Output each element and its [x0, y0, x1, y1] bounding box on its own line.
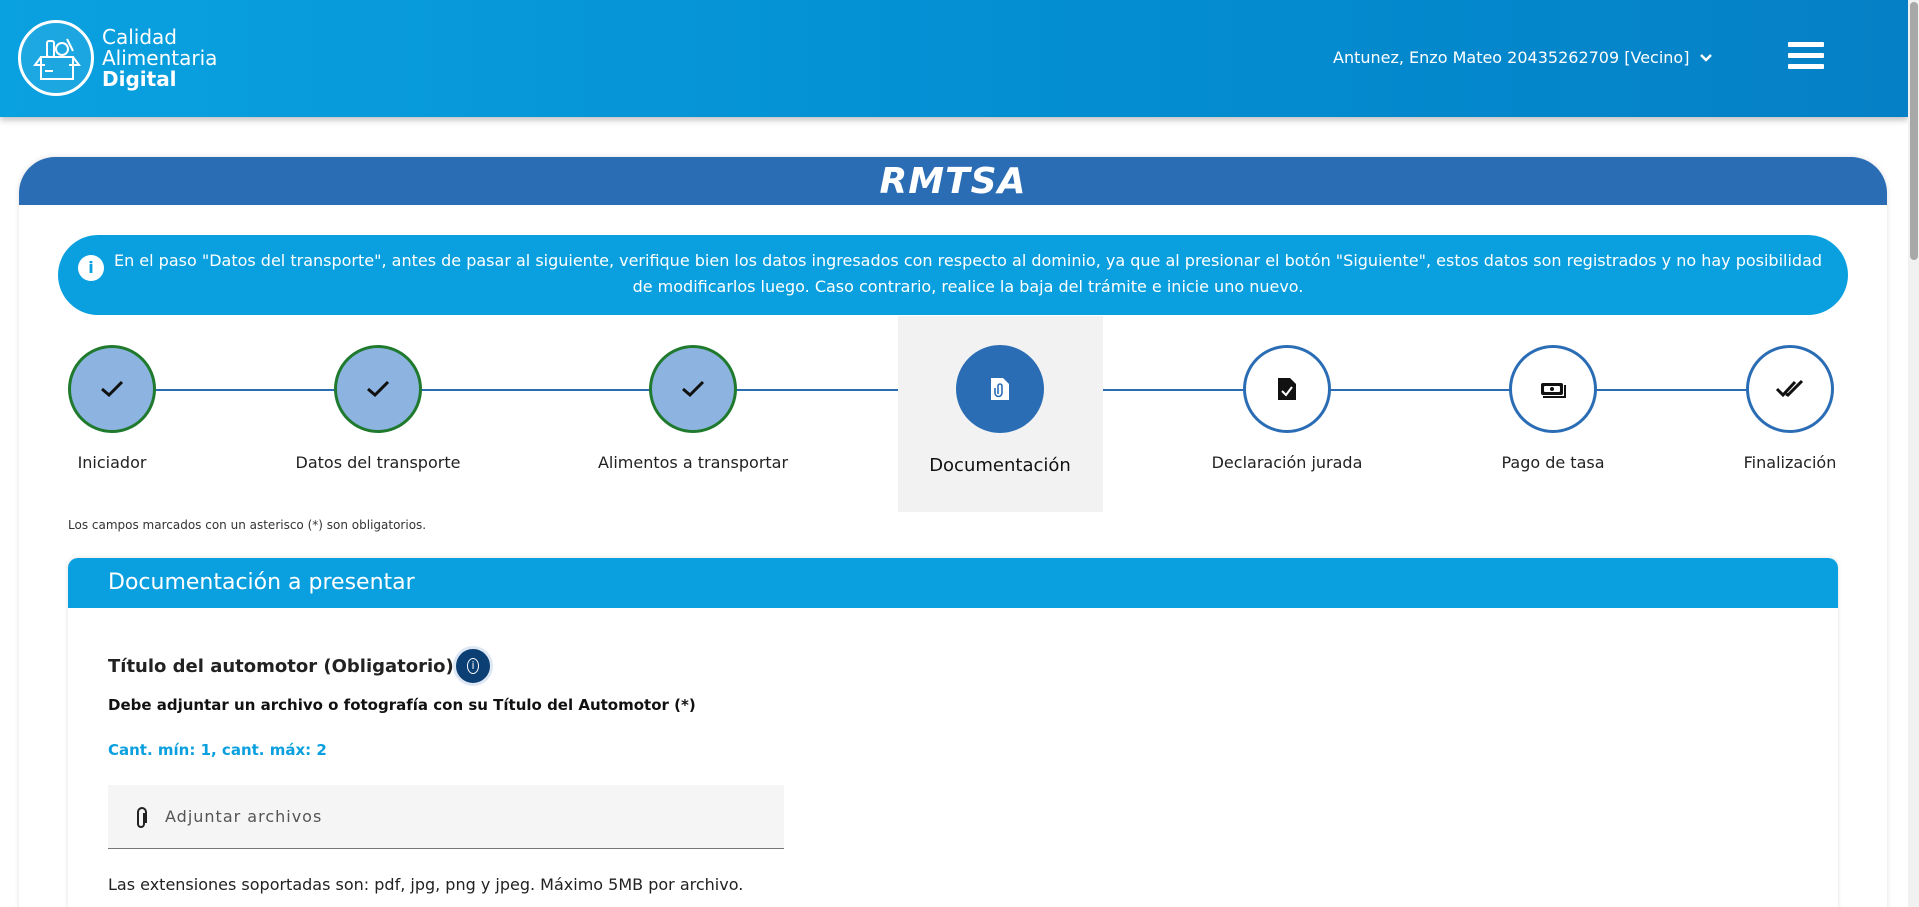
step-iniciador[interactable]: Iniciador — [12, 345, 212, 472]
info-icon: i — [78, 255, 104, 281]
step-circle — [1746, 345, 1834, 433]
check-icon — [682, 380, 705, 398]
logo-text: Calidad Alimentaria Digital — [102, 24, 218, 91]
step-circle — [1509, 345, 1597, 433]
step-label: Finalización — [1743, 453, 1837, 472]
step-label: Pago de tasa — [1501, 453, 1605, 472]
step-circle — [68, 345, 156, 433]
app-logo[interactable]: Calidad Alimentaria Digital — [18, 20, 217, 96]
supported-extensions-text: Las extensiones soportadas son: pdf, jpg… — [108, 875, 744, 894]
card-title: RMTSA — [19, 157, 1887, 205]
step-label: Alimentos a transportar — [597, 453, 789, 472]
step-circle — [649, 345, 737, 433]
section-title: Documentación a presentar — [68, 558, 1838, 608]
required-fields-note: Los campos marcados con un asterisco (*)… — [68, 518, 427, 532]
document-quantity: Cant. mín: 1, cant. máx: 2 — [108, 741, 327, 759]
money-icon — [1541, 383, 1566, 398]
step-label: Declaración jurada — [1211, 453, 1363, 472]
logo-line-2: Alimentaria — [102, 45, 218, 70]
chevron-down-icon — [1700, 53, 1713, 62]
info-banner-text: En el paso "Datos del transporte", antes… — [113, 251, 1823, 296]
step-pago-tasa[interactable]: Pago de tasa — [1453, 345, 1653, 472]
attach-files-label: Adjuntar archivos — [165, 807, 323, 826]
scrollbar-thumb[interactable] — [1910, 2, 1918, 260]
step-label: Documentación — [929, 455, 1071, 476]
document-check-icon — [1278, 378, 1296, 400]
logo-emblem-icon — [18, 20, 94, 96]
step-label: Iniciador — [77, 453, 147, 472]
info-banner: i En el paso "Datos del transporte", ant… — [58, 235, 1848, 315]
document-attach-icon — [991, 378, 1009, 400]
step-alimentos[interactable]: Alimentos a transportar — [593, 345, 793, 472]
step-circle — [334, 345, 422, 433]
document-description: Debe adjuntar un archivo o fotografía co… — [108, 696, 696, 714]
step-documentacion[interactable]: Documentación — [900, 345, 1100, 476]
info-tooltip-button[interactable]: i — [453, 646, 493, 686]
logo-line-3: Digital — [102, 66, 177, 91]
check-icon — [367, 380, 390, 398]
step-label: Datos del transporte — [295, 453, 461, 472]
attach-files-button[interactable]: Adjuntar archivos — [108, 785, 784, 849]
step-declaracion[interactable]: Declaración jurada — [1187, 345, 1387, 472]
user-menu[interactable]: Antunez, Enzo Mateo 20435262709 [Vecino] — [1333, 48, 1713, 67]
double-check-icon — [1775, 379, 1804, 398]
step-circle — [1243, 345, 1331, 433]
logo-line-1: Calidad — [102, 24, 177, 49]
documents-section: Documentación a presentar Título del aut… — [68, 558, 1838, 907]
step-finalizacion[interactable]: Finalización — [1690, 345, 1890, 472]
page: Calidad Alimentaria Digital Antunez, Enz… — [0, 0, 1919, 907]
document-title: Título del automotor (Obligatorio) — [108, 656, 454, 677]
step-circle — [956, 345, 1044, 433]
step-datos-transporte[interactable]: Datos del transporte — [278, 345, 478, 472]
info-icon: i — [467, 658, 479, 674]
hamburger-icon[interactable] — [1788, 42, 1824, 74]
check-icon — [101, 380, 124, 398]
paperclip-icon — [137, 807, 147, 828]
user-name: Antunez, Enzo Mateo 20435262709 [Vecino] — [1333, 48, 1690, 67]
top-header: Calidad Alimentaria Digital Antunez, Enz… — [0, 0, 1908, 117]
